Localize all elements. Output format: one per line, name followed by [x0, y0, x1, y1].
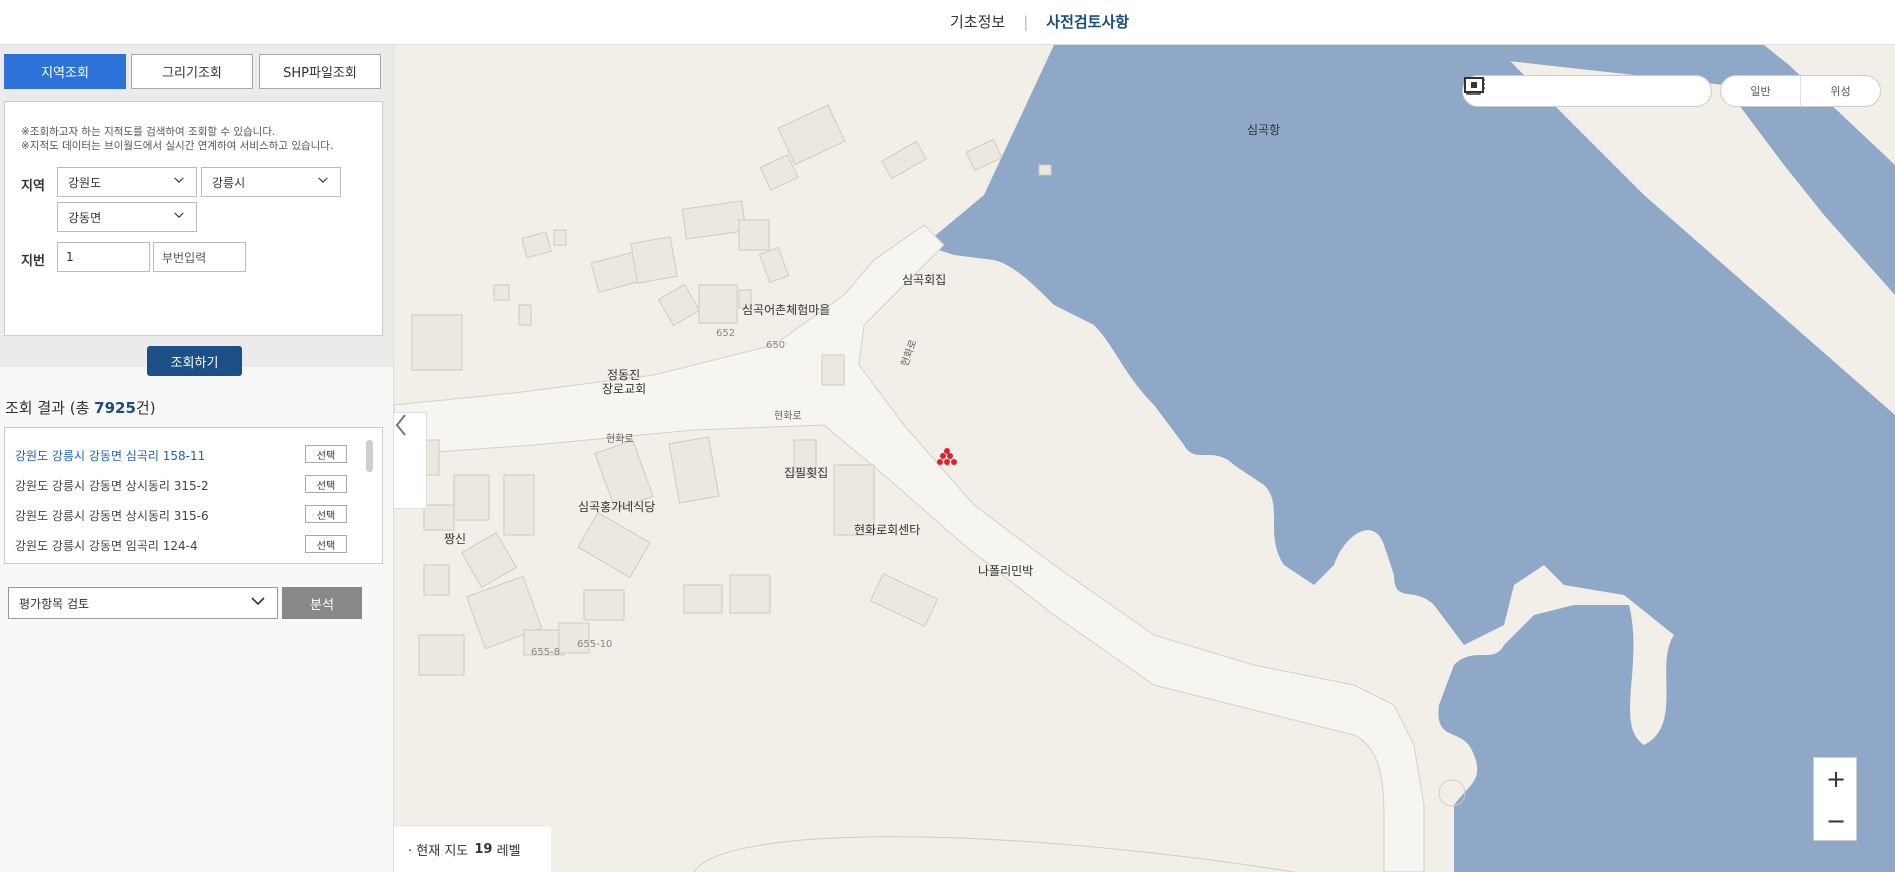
town-value: 강동면 — [68, 210, 102, 225]
tab-region-search[interactable]: 지역조회 — [4, 54, 126, 89]
result-title-suffix: 건) — [135, 399, 156, 417]
left-panel: 지역조회 그리기조회 SHP파일조회 ※조회하고자 하는 지적도를 검색하여 조… — [0, 45, 394, 872]
nav-pre-review[interactable]: 사전검토사항 — [1046, 11, 1129, 32]
select-button[interactable]: 선택 — [305, 475, 347, 493]
top-nav: 기초정보 | 사전검토사항 — [950, 11, 1129, 32]
list-item-address: 강원도 강릉시 강동면 심곡리 158-11 — [15, 449, 206, 463]
search-panel: 지역조회 그리기조회 SHP파일조회 ※조회하고자 하는 지적도를 검색하여 조… — [0, 45, 393, 376]
lot-number: 652 — [716, 328, 736, 339]
poi-simgok-port[interactable]: 심곡항 — [1247, 123, 1280, 137]
chevron-down-icon — [174, 177, 184, 183]
small-island — [1438, 779, 1466, 807]
poi-jjangsin[interactable]: 짱신 — [444, 532, 466, 546]
list-item[interactable]: 강원도 강릉시 강동면 상시동리 315-6 선택 — [15, 505, 355, 527]
distance-icon[interactable] — [1465, 77, 1581, 102]
chevron-down-icon — [251, 597, 265, 606]
screen-capture-icon[interactable] — [1464, 77, 1697, 102]
chevron-down-icon — [318, 177, 328, 183]
analyze-button[interactable]: 분석 — [282, 587, 362, 619]
lot-number: 650 — [766, 340, 786, 351]
map-type-normal[interactable]: 일반 — [1721, 76, 1800, 106]
poi-jipfil[interactable]: 집필횟집 — [784, 466, 828, 480]
road-label: 현화로 — [774, 411, 802, 422]
road-label: 현화로 — [606, 434, 634, 445]
lot-main-input[interactable]: 1 — [57, 242, 150, 272]
level-prefix: · 현재 지도 — [408, 844, 469, 859]
poi-honga[interactable]: 심곡홍가네식당 — [578, 500, 655, 514]
zoom-in-button[interactable]: + — [1814, 758, 1858, 800]
refresh-icon[interactable] — [1466, 77, 1542, 102]
lot-sub-input[interactable]: 부번입력 — [153, 242, 246, 272]
list-item-address: 강원도 강릉시 강동면 상시동리 315-2 — [15, 479, 209, 493]
zoom-control: + − — [1813, 757, 1857, 841]
list-item[interactable]: 강원도 강릉시 강동면 심곡리 158-11 선택 — [15, 445, 355, 467]
contour-line — [693, 836, 1295, 872]
notice-text-2: ※지적도 데이터는 브이월드에서 실시간 연계하여 서비스하고 있습니다. — [21, 140, 334, 152]
map-view[interactable]: 심곡항 심곡회집 심곡어촌체험마을 정동진 장로교회 집필횟집 심곡홍가네식당 … — [394, 45, 1895, 872]
region-label: 지역 — [21, 179, 45, 194]
tab-draw-search[interactable]: 그리기조회 — [131, 54, 253, 89]
province-value: 강원도 — [68, 175, 102, 190]
search-button[interactable]: 조회하기 — [147, 346, 242, 376]
level-suffix: 레벨 — [496, 844, 521, 859]
result-list: 강원도 강릉시 강동면 심곡리 158-11 선택 강원도 강릉시 강동면 상시… — [4, 427, 383, 564]
area-icon[interactable] — [1465, 78, 1619, 102]
notice-text-1: ※조회하고자 하는 지적도를 검색하여 조회할 수 있습니다. — [21, 126, 276, 138]
lot-number: 655-8 — [531, 647, 561, 658]
town-select[interactable]: 강동면 — [57, 202, 197, 232]
nav-basic-info[interactable]: 기초정보 — [950, 11, 1005, 32]
top-header: 기초정보 | 사전검토사항 — [0, 0, 1895, 45]
poi-napoli[interactable]: 나폴리민박 — [978, 564, 1033, 578]
evaluation-select[interactable]: 평가항목 검토 — [8, 587, 278, 619]
city-value: 강릉시 — [212, 175, 246, 190]
chevron-left-icon — [395, 414, 406, 436]
search-form: ※조회하고자 하는 지적도를 검색하여 조회할 수 있습니다. ※지적도 데이터… — [4, 101, 383, 376]
panel-collapse-button[interactable] — [394, 412, 427, 509]
zoom-out-button[interactable]: − — [1814, 800, 1858, 842]
poi-church-line1[interactable]: 정동진 — [607, 368, 640, 382]
select-button[interactable]: 선택 — [305, 535, 347, 553]
level-value: 19 — [474, 842, 493, 857]
tab-shp-search[interactable]: SHP파일조회 — [259, 54, 381, 89]
result-scrollbar[interactable] — [366, 440, 373, 472]
select-button[interactable]: 선택 — [305, 445, 347, 463]
print-icon[interactable] — [1464, 77, 1658, 102]
list-item-address: 강원도 강릉시 강동면 상시동리 315-6 — [15, 509, 209, 523]
poi-fishing-village[interactable]: 심곡어촌체험마을 — [742, 303, 830, 317]
result-title: 조회 결과 (총 7925건) — [5, 397, 156, 418]
list-item-address: 강원도 강릉시 강동면 임곡리 124-4 — [15, 539, 198, 553]
poi-simgok-restaurant[interactable]: 심곡회집 — [902, 273, 946, 287]
lot-label: 지번 — [21, 254, 45, 269]
poi-church-line2[interactable]: 장로교회 — [602, 382, 646, 396]
nav-separator: | — [1023, 12, 1029, 31]
province-select[interactable]: 강원도 — [57, 167, 197, 197]
map-type-satellite[interactable]: 위성 — [1800, 76, 1880, 106]
select-button[interactable]: 선택 — [305, 505, 347, 523]
poi-hyeonhwaro-center[interactable]: 현화로회센타 — [854, 523, 920, 537]
map-level-indicator: · 현재 지도 19 레벨 — [394, 827, 551, 872]
list-item[interactable]: 강원도 강릉시 강동면 임곡리 124-4 선택 — [15, 535, 355, 557]
list-item[interactable]: 강원도 강릉시 강동면 상시동리 315-2 선택 — [15, 475, 355, 497]
map-type-toggle: 일반 위성 — [1720, 75, 1881, 107]
result-count: 7925 — [94, 399, 136, 417]
result-title-prefix: 조회 결과 (총 — [5, 399, 95, 417]
map-canvas — [394, 45, 1895, 872]
map-toolbar — [1462, 75, 1712, 107]
chevron-down-icon — [174, 212, 184, 218]
city-select[interactable]: 강릉시 — [201, 167, 341, 197]
evaluation-value: 평가항목 검토 — [19, 596, 90, 611]
location-marker — [937, 448, 957, 465]
lot-number: 655-10 — [577, 639, 613, 650]
